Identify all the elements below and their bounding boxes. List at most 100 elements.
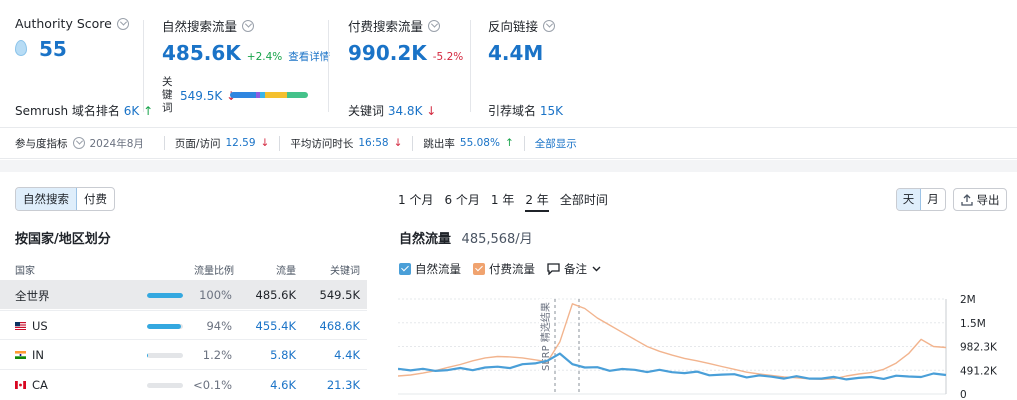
- checkbox-icon[interactable]: [473, 263, 485, 275]
- bounce-rate: 跳出率 55.08% ↑: [423, 135, 525, 151]
- country-row[interactable]: IN 1.2% 5.8K 4.4K: [0, 339, 367, 368]
- traffic-share-bar: [147, 382, 183, 388]
- referring-domains-label: 引荐域名: [488, 104, 537, 118]
- range-tab[interactable]: 2 年: [525, 191, 549, 212]
- semrush-rank-value[interactable]: 6K: [124, 104, 140, 118]
- country-row[interactable]: 全世界 100% 485.6K 549.5K: [0, 280, 367, 309]
- authority-score-card: Authority Score 55: [15, 16, 129, 61]
- country-name[interactable]: IN: [15, 348, 44, 362]
- canada-flag-icon: [15, 380, 26, 389]
- backlinks-value[interactable]: 4.4M: [488, 41, 543, 65]
- semrush-rank: Semrush 域名排名 6K ↑: [15, 102, 153, 119]
- info-icon[interactable]: [242, 19, 255, 32]
- tab-organic[interactable]: 自然搜索: [16, 188, 77, 210]
- country-name[interactable]: US: [15, 319, 48, 333]
- traffic-share-value: 100%: [199, 288, 232, 302]
- paid-keywords: 关键词 34.8K ↓: [348, 102, 436, 119]
- us-flag-icon: [15, 321, 26, 330]
- traffic-share-bar: [147, 353, 183, 358]
- keywords-value[interactable]: 21.3K: [327, 378, 360, 392]
- traffic-share-value: 1.2%: [202, 348, 232, 362]
- pages-per-visit-value: 12.59: [225, 137, 256, 149]
- kw-label-char: 关: [162, 76, 173, 88]
- keywords-value[interactable]: 4.4K: [334, 348, 360, 362]
- y-tick-label: 982.3K: [960, 342, 998, 354]
- traffic-value[interactable]: 485.6K: [256, 288, 296, 302]
- referring-domains: 引荐域名 15K: [488, 102, 563, 119]
- granularity-toggle: 天 月: [896, 188, 946, 211]
- notes-label: 备注: [564, 262, 587, 276]
- y-tick-label: 0: [960, 389, 967, 400]
- day-button[interactable]: 天: [897, 189, 921, 210]
- y-tick-label: 1.5M: [960, 318, 986, 330]
- info-icon[interactable]: [116, 17, 129, 30]
- keywords-value[interactable]: 468.6K: [320, 319, 360, 333]
- country-name[interactable]: CA: [15, 378, 48, 392]
- legend-paid[interactable]: 付费流量: [473, 261, 535, 277]
- organic-traffic-value[interactable]: 485.6K: [162, 41, 241, 65]
- col-keywords: 关键词: [330, 266, 360, 277]
- country-row[interactable]: CA <0.1% 4.6K 21.3K: [0, 368, 367, 398]
- country-row[interactable]: US 94% 455.4K 468.6K: [0, 309, 367, 339]
- semrush-rank-label: Semrush 域名排名: [15, 104, 120, 118]
- bounce-rate-label: 跳出率: [423, 137, 455, 150]
- country-name[interactable]: 全世界: [15, 288, 50, 304]
- y-tick-label: 2M: [960, 294, 976, 306]
- authority-score-value: 55: [39, 37, 67, 61]
- traffic-share-bar: [147, 293, 183, 298]
- show-all-link[interactable]: 全部显示: [535, 136, 577, 151]
- export-button[interactable]: 导出: [953, 188, 1007, 211]
- paid-traffic-label: 付费搜索流量: [348, 19, 424, 34]
- section-separator: [0, 160, 1017, 172]
- traffic-value[interactable]: 4.6K: [270, 378, 296, 392]
- traffic-value[interactable]: 5.8K: [270, 348, 296, 362]
- y-tick-label: 491.2K: [960, 365, 998, 377]
- paid-keywords-value[interactable]: 34.8K: [388, 104, 423, 118]
- paid-traffic-value[interactable]: 990.2K: [348, 41, 427, 65]
- engagement-metrics-row: 参与度指标 2024年8月 页面/访问 12.59 ↓ 平均访问时长 16:58…: [0, 127, 1017, 159]
- col-traffic-share: 流量比例: [194, 266, 234, 277]
- country-breakdown-title: 按国家/地区划分: [15, 232, 111, 247]
- checkbox-icon[interactable]: [399, 263, 411, 275]
- date-range-tabs: 1 个月 6 个月 1 年 2 年全部时间: [398, 191, 608, 212]
- organic-traffic-delta: +2.4%: [246, 51, 283, 63]
- pages-per-visit-label: 页面/访问: [174, 137, 221, 150]
- info-icon[interactable]: [72, 137, 85, 149]
- organic-traffic-chart[interactable]: 2M1.5M982.3K491.2K0SERP 精选结果: [398, 288, 998, 400]
- notes-dropdown[interactable]: 备注: [547, 261, 601, 277]
- india-flag-icon: [15, 351, 26, 359]
- backlinks-card: 反向链接 4.4M: [488, 16, 556, 65]
- view-details-link[interactable]: 查看详情: [288, 49, 330, 64]
- info-icon[interactable]: [428, 19, 441, 32]
- paid-traffic-card: 付费搜索流量 990.2K -5.2%: [348, 16, 463, 65]
- rank-up-icon: ↑: [143, 104, 154, 118]
- tab-paid[interactable]: 付费: [77, 188, 114, 210]
- organic-traffic-line[interactable]: [398, 352, 947, 381]
- referring-domains-value[interactable]: 15K: [540, 104, 563, 118]
- traffic-value[interactable]: 455.4K: [256, 319, 296, 333]
- chart-title-value: 485,568/月: [461, 232, 533, 247]
- divider: [470, 20, 471, 112]
- export-label: 导出: [976, 192, 1000, 207]
- legend-paid-label: 付费流量: [489, 262, 535, 276]
- avg-visit-duration-label: 平均访问时长: [290, 137, 354, 150]
- keywords-value[interactable]: 549.5K: [320, 288, 360, 302]
- range-tab[interactable]: 1 年: [491, 191, 514, 212]
- range-tab[interactable]: 6 个月: [444, 191, 479, 212]
- traffic-share-value: 94%: [206, 318, 232, 333]
- engagement-header: 参与度指标 2024年8月: [15, 136, 154, 151]
- legend-organic[interactable]: 自然流量: [399, 261, 461, 277]
- month-button[interactable]: 月: [921, 189, 945, 210]
- range-tab[interactable]: 1 个月: [398, 191, 433, 212]
- engagement-label: 参与度指标: [15, 137, 68, 150]
- keywords-down-icon: ↓: [426, 104, 437, 118]
- backlinks-label: 反向链接: [488, 19, 539, 34]
- organic-keywords-value[interactable]: 549.5K: [180, 89, 222, 103]
- info-icon[interactable]: [543, 19, 556, 32]
- legend-organic-label: 自然流量: [415, 262, 461, 276]
- down-arrow-icon: ↓: [260, 137, 270, 149]
- divider: [328, 20, 329, 112]
- note-icon: [547, 263, 560, 275]
- divider: [143, 20, 144, 112]
- range-tab[interactable]: 全部时间: [560, 191, 608, 212]
